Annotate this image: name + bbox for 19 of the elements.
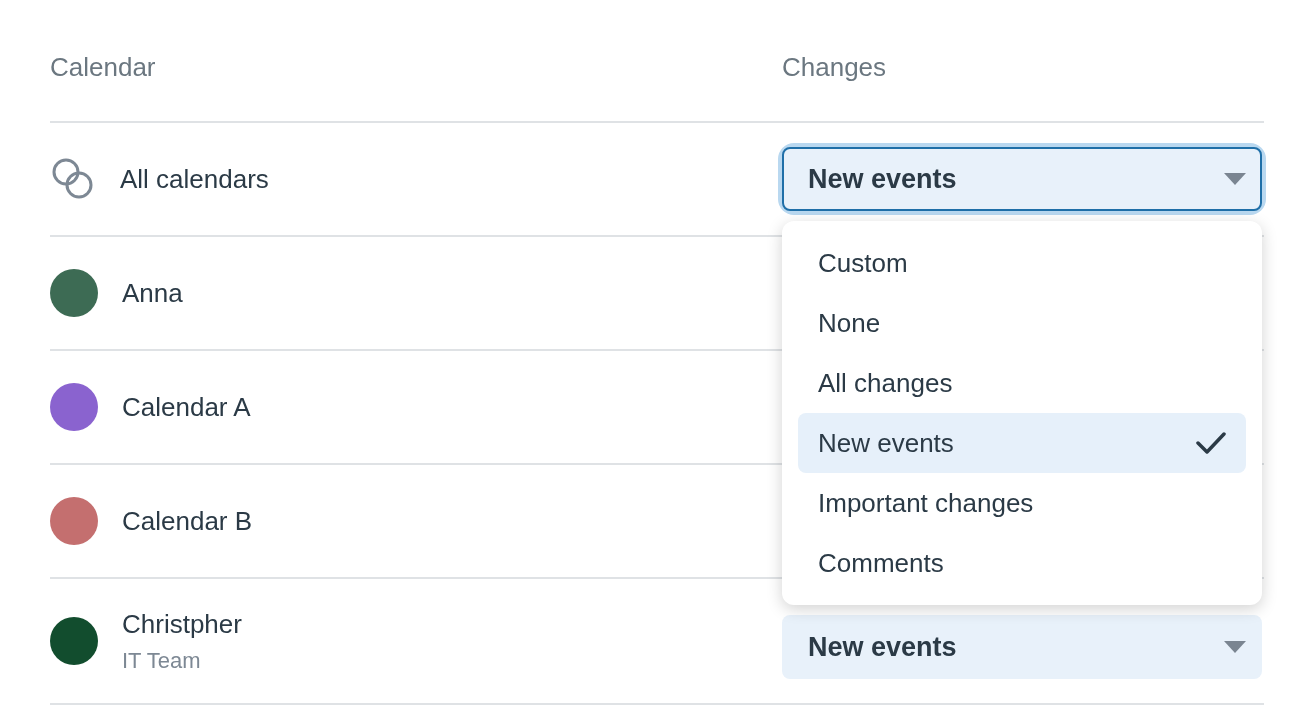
menu-item[interactable]: New events [798, 413, 1246, 473]
menu-item[interactable]: All changes [798, 353, 1246, 413]
column-header: Calendar [50, 51, 157, 84]
dropdown-select[interactable]: New events [782, 615, 1262, 679]
calendar-name: Anna [122, 276, 183, 310]
menu-item[interactable]: None [798, 293, 1246, 353]
menu-item[interactable]: Comments [798, 533, 1246, 593]
menu-item[interactable]: Custom [798, 233, 1246, 293]
column-header: Changes [782, 51, 888, 84]
caret-icon [1224, 173, 1246, 185]
calendar-name: Calendar A [122, 390, 251, 424]
calendar-name: Christpher [122, 608, 242, 641]
calendar-subtitle: IT Team [122, 647, 202, 675]
calendar-name: Calendar B [122, 504, 253, 538]
menu-item[interactable]: Important changes [798, 473, 1246, 533]
caret-icon [1224, 641, 1246, 653]
dropdown-select[interactable]: New events [782, 147, 1262, 211]
checkmark-icon [1196, 432, 1226, 454]
calendar-name: All calendars [120, 162, 269, 196]
